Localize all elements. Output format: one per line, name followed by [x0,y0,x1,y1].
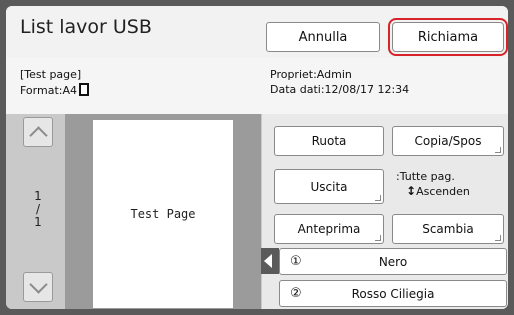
doc-name: [Test page] [20,68,82,81]
format-label: Format:A4 [20,84,77,97]
swap-label: Scambia [422,222,474,236]
header-bar: List lavor USB Annulla Richiama [6,6,508,59]
copy-move-label: Copia/Spos [414,134,482,148]
page-down-button[interactable] [23,272,53,302]
drum-color-name-2: Rosso Ciliegia [351,287,435,301]
drum-color-1[interactable]: ① Nero [279,248,507,275]
submenu-corner-icon [495,235,501,241]
active-drum-pointer-icon [264,254,272,268]
dialog-title: List lavor USB [20,16,152,38]
owner-label: Propriet:Admin [270,68,352,81]
date-label: Data dati:12/08/17 12:34 [270,83,410,96]
swap-button[interactable]: Scambia [392,214,504,244]
preview-button[interactable]: Anteprima [274,214,384,244]
preview-area: Test Page [65,114,261,309]
rotate-label: Ruota [311,134,347,148]
output-button[interactable]: Uscita [274,169,384,204]
chevron-down-icon [28,274,48,294]
sort-order-icon: ↕ [406,184,417,198]
drum-color-name-1: Nero [378,255,408,269]
rotate-button[interactable]: Ruota [274,126,384,156]
recall-button[interactable]: Richiama [388,18,508,56]
sort-order-label: Ascenden [416,185,470,198]
output-label: Uscita [310,179,348,194]
page-up-button[interactable] [23,117,53,147]
preview-page: Test Page [93,120,233,308]
chevron-up-icon [28,125,48,145]
drum-color-2[interactable]: ② Rosso Ciliegia [279,280,507,307]
sort-status: :Tutte pag. ↕Ascenden [396,170,470,199]
preview-label: Anteprima [297,222,361,236]
sort-scope: :Tutte pag. [396,170,455,183]
format-line: Format:A4 [20,83,89,97]
total-pages: 1 [34,215,42,229]
job-info-panel: [Test page] Format:A4 Propriet:Admin Dat… [6,58,508,114]
page-counter: 1 / 1 [30,190,46,229]
submenu-corner-icon [495,147,501,153]
cancel-button[interactable]: Annulla [266,22,380,52]
copy-move-button[interactable]: Copia/Spos [392,126,504,156]
submenu-corner-icon [375,235,381,241]
submenu-corner-icon [375,195,381,201]
portrait-page-icon [79,83,89,96]
